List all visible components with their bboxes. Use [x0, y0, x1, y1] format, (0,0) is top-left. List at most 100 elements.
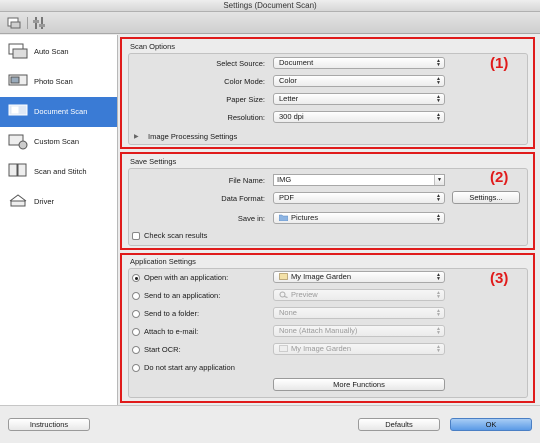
toolbar-separator: [27, 17, 28, 29]
save-in-value: Pictures: [291, 213, 319, 222]
auto-scan-icon: [8, 43, 28, 59]
send-to-app-popup: Preview ▲ ▼: [273, 289, 445, 301]
open-with-app-popup[interactable]: My Image Garden ▲ ▼: [273, 271, 445, 283]
section-marker-1: (1): [490, 55, 509, 72]
check-scan-results-label: Check scan results: [144, 231, 208, 240]
select-source-label: Select Source:: [216, 59, 265, 68]
popup-arrows-icon: ▲ ▼: [436, 112, 441, 122]
section-marker-3: (3): [490, 270, 509, 287]
send-to-folder-label: Send to a folder:: [144, 309, 200, 318]
chevron-down-icon[interactable]: ▼: [434, 175, 444, 185]
save-in-label: Save in:: [237, 214, 265, 223]
sidebar-item-label: Driver: [34, 197, 54, 206]
start-ocr-popup: My Image Garden ▲ ▼: [273, 343, 445, 355]
my-image-garden-icon: [279, 273, 288, 280]
attach-to-email-radio[interactable]: [132, 328, 140, 336]
sidebar-item-label: Photo Scan: [34, 77, 73, 86]
sidebar-item-auto-scan[interactable]: Auto Scan: [0, 37, 117, 67]
folder-icon: [279, 214, 288, 221]
open-with-app-radio[interactable]: [132, 274, 140, 282]
popup-arrows-icon: ▲ ▼: [436, 58, 441, 68]
data-format-popup[interactable]: PDF ▲ ▼: [273, 192, 445, 204]
attach-to-email-label: Attach to e-mail:: [144, 327, 199, 336]
sidebar-item-photo-scan[interactable]: Photo Scan: [0, 67, 117, 97]
my-image-garden-icon: [279, 345, 288, 352]
data-format-value: PDF: [279, 193, 294, 202]
send-to-folder-popup: None ▲ ▼: [273, 307, 445, 319]
paper-size-popup[interactable]: Letter ▲ ▼: [273, 93, 445, 105]
popup-arrows-icon: ▲ ▼: [436, 326, 441, 336]
start-ocr-value: My Image Garden: [291, 344, 352, 353]
paper-size-value: Letter: [279, 94, 299, 103]
sidebar-item-label: Custom Scan: [34, 137, 80, 146]
file-name-label: File Name:: [228, 176, 265, 185]
instructions-button[interactable]: Instructions: [8, 418, 90, 431]
send-to-app-label: Send to an application:: [144, 291, 221, 300]
save-settings-button[interactable]: Settings...: [452, 191, 520, 204]
no-app-label: Do not start any application: [144, 363, 235, 372]
resolution-popup[interactable]: 300 dpi ▲ ▼: [273, 111, 445, 123]
popup-arrows-icon: ▲ ▼: [436, 193, 441, 203]
open-with-app-label: Open with an application:: [144, 273, 229, 282]
file-name-field[interactable]: IMG ▼: [273, 174, 445, 186]
send-to-folder-radio[interactable]: [132, 310, 140, 318]
sidebar-item-label: Scan and Stitch: [34, 167, 87, 176]
send-to-folder-value: None: [279, 308, 297, 317]
color-mode-value: Color: [279, 76, 297, 85]
preview-app-icon: [279, 291, 288, 298]
send-to-app-radio[interactable]: [132, 292, 140, 300]
start-ocr-radio[interactable]: [132, 346, 140, 354]
sidebar: Auto Scan Photo Scan Document Scan Custo…: [0, 35, 118, 405]
start-ocr-label: Start OCR:: [144, 345, 181, 354]
general-settings-icon[interactable]: [32, 16, 46, 30]
popup-arrows-icon: ▲ ▼: [436, 344, 441, 354]
disclosure-triangle-icon[interactable]: ▶: [134, 133, 139, 140]
custom-scan-icon: [8, 134, 28, 150]
file-name-value: IMG: [277, 175, 292, 184]
check-scan-results-checkbox[interactable]: [132, 232, 140, 240]
popup-arrows-icon: ▲ ▼: [436, 94, 441, 104]
attach-to-email-popup: None (Attach Manually) ▲ ▼: [273, 325, 445, 337]
select-source-value: Document: [279, 58, 314, 67]
footer-bar: Instructions Defaults OK: [0, 405, 540, 443]
sidebar-item-label: Document Scan: [34, 107, 88, 116]
document-scan-icon: [8, 104, 28, 116]
toolbar: [0, 12, 540, 34]
color-mode-popup[interactable]: Color ▲ ▼: [273, 75, 445, 87]
select-source-popup[interactable]: Document ▲ ▼: [273, 57, 445, 69]
sidebar-item-custom-scan[interactable]: Custom Scan: [0, 127, 117, 157]
popup-arrows-icon: ▲ ▼: [436, 290, 441, 300]
no-app-radio[interactable]: [132, 364, 140, 372]
open-with-app-value: My Image Garden: [291, 272, 352, 281]
save-settings-title: Save Settings: [130, 157, 177, 166]
resolution-value: 300 dpi: [279, 112, 304, 121]
window-title: Settings (Document Scan): [0, 0, 540, 12]
popup-arrows-icon: ▲ ▼: [436, 272, 441, 282]
photo-scan-icon: [8, 74, 28, 86]
popup-arrows-icon: ▲ ▼: [436, 213, 441, 223]
sidebar-item-document-scan[interactable]: Document Scan: [0, 97, 117, 127]
scan-and-stitch-icon: [8, 163, 27, 177]
more-functions-button[interactable]: More Functions: [273, 378, 445, 391]
image-processing-settings-toggle[interactable]: Image Processing Settings: [148, 132, 237, 141]
save-in-popup[interactable]: Pictures ▲ ▼: [273, 212, 445, 224]
sidebar-item-scan-and-stitch[interactable]: Scan and Stitch: [0, 157, 117, 187]
sidebar-item-driver[interactable]: Driver: [0, 187, 117, 217]
driver-icon: [9, 194, 27, 207]
popup-arrows-icon: ▲ ▼: [436, 308, 441, 318]
color-mode-label: Color Mode:: [224, 77, 265, 86]
data-format-label: Data Format:: [221, 194, 265, 203]
popup-arrows-icon: ▲ ▼: [436, 76, 441, 86]
defaults-button[interactable]: Defaults: [358, 418, 440, 431]
sidebar-item-label: Auto Scan: [34, 47, 69, 56]
scan-options-title: Scan Options: [130, 42, 176, 51]
attach-to-email-value: None (Attach Manually): [279, 326, 358, 335]
ok-button[interactable]: OK: [450, 418, 532, 431]
send-to-app-value: Preview: [291, 290, 318, 299]
resolution-label: Resolution:: [227, 113, 265, 122]
paper-size-label: Paper Size:: [226, 95, 265, 104]
scan-from-computer-icon[interactable]: [7, 16, 21, 30]
settings-panel: Scan Options (1) Select Source: Document…: [118, 35, 540, 405]
section-marker-2: (2): [490, 169, 509, 186]
application-settings-title: Application Settings: [130, 257, 196, 266]
